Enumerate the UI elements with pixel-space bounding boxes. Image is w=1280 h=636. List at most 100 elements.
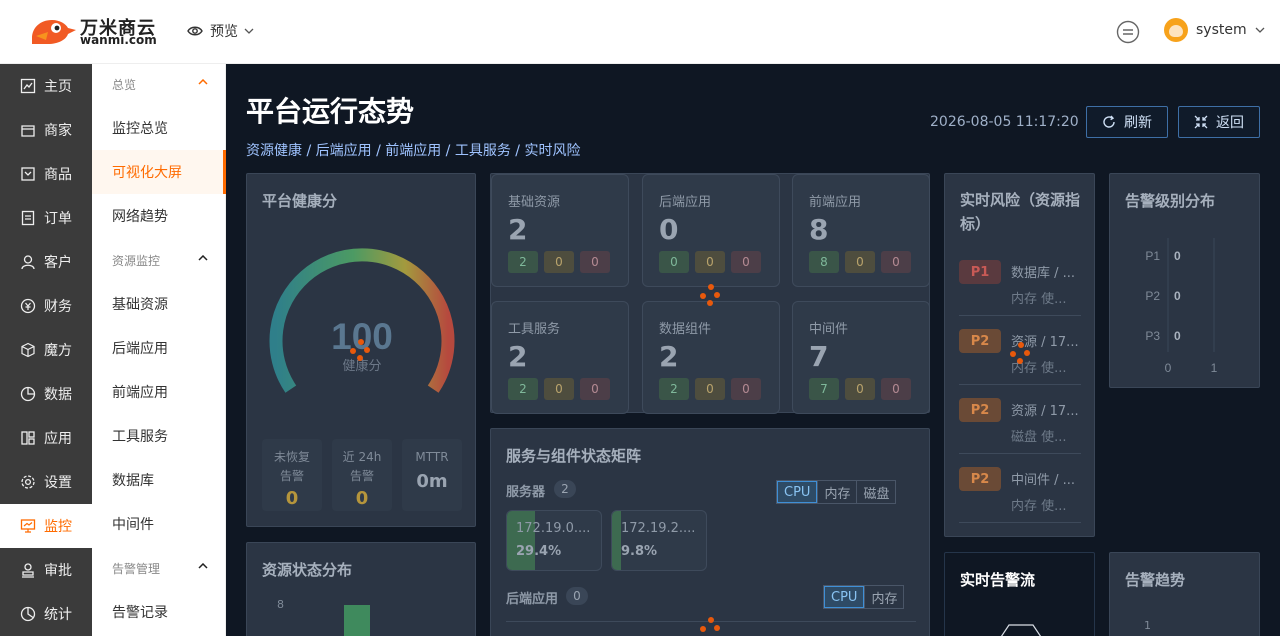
sidebar-item-label: 订单	[44, 211, 72, 227]
resource-card-backend[interactable]: 后端应用 0 000	[642, 174, 780, 287]
menu-item-visual-screen[interactable]: 可视化大屏	[92, 150, 226, 194]
menu-item-backend-app[interactable]: 后端应用	[92, 326, 226, 370]
stat-label: 近 24h	[342, 450, 382, 464]
server-usage: 9.8%	[621, 544, 658, 559]
empty-state-icon	[1000, 624, 1042, 636]
sidebar-item-app[interactable]: 应用	[0, 416, 92, 460]
brand-logo[interactable]: 万米商云 wanmi.com	[30, 14, 157, 48]
tab-disk[interactable]: 磁盘	[856, 481, 895, 503]
sidebar-item-label: 统计	[44, 607, 72, 623]
menu-item-alert-records[interactable]: 告警记录	[92, 590, 226, 634]
warn-count: 0	[845, 251, 875, 273]
sidebar-item-label: 商品	[44, 167, 72, 183]
menu-item-database[interactable]: 数据库	[92, 458, 226, 502]
health-score-card: 平台健康分 100 健康分 未恢复 告警 0 近 24h 告警 0 MTTR 0…	[246, 173, 476, 527]
menu-item-network-trend[interactable]: 网络趋势	[92, 194, 226, 238]
risk-item[interactable]: P2 资源 / 17... 磁盘 使...	[959, 386, 1081, 454]
resource-card-title: 前端应用	[809, 195, 862, 210]
risk-subtitle: 磁盘 使...	[1011, 430, 1067, 445]
risk-subtitle: 内存 使...	[1011, 499, 1067, 514]
sidebar-item-shop[interactable]: 商家	[0, 108, 92, 152]
menu-item-monitor-overview[interactable]: 监控总览	[92, 106, 226, 150]
menu-item-middleware[interactable]: 中间件	[92, 502, 226, 546]
resource-card-title: 后端应用	[659, 195, 712, 210]
menu-item-frontend-app[interactable]: 前端应用	[92, 370, 226, 414]
chevron-up-icon	[198, 563, 208, 569]
resource-card-frontend[interactable]: 前端应用 8 800	[792, 174, 930, 287]
ok-count: 2	[659, 378, 689, 400]
sidebar-item-approval[interactable]: 审批	[0, 548, 92, 592]
sidebar-item-goods[interactable]: 商品	[0, 152, 92, 196]
stat-value: 0	[285, 488, 299, 509]
alert-level-chart: P1 0 P2 0 P3 0 0 1	[1145, 238, 1218, 375]
realtime-risk-card: 实时风险（资源指 标） P1 数据库 / ... 内存 使... P2 资源 /…	[944, 173, 1095, 537]
tab-memory[interactable]: 内存	[817, 481, 856, 503]
sidebar-item-customer[interactable]: 客户	[0, 240, 92, 284]
sidebar-item-settings[interactable]: 设置	[0, 460, 92, 504]
tab-cpu[interactable]: CPU	[824, 586, 865, 608]
server-tile[interactable]: 172.19.2.... 9.8%	[611, 510, 707, 571]
sidebar-item-finance[interactable]: 财务	[0, 284, 92, 328]
sidebar-item-data[interactable]: 数据	[0, 372, 92, 416]
resource-card-value: 2	[508, 213, 528, 246]
warn-count: 0	[845, 378, 875, 400]
error-count: 0	[881, 251, 911, 273]
menu-item-tool-service[interactable]: 工具服务	[92, 414, 226, 458]
menu-group-resource[interactable]: 资源监控	[92, 240, 226, 280]
warn-count: 0	[695, 378, 725, 400]
loading-spinner	[699, 284, 723, 308]
realtime-alert-card: 实时告警流	[944, 552, 1095, 636]
sidebar-item-order[interactable]: 订单	[0, 196, 92, 240]
server-metric-tabs: CPU 内存 磁盘	[776, 480, 897, 504]
ok-count: 2	[508, 251, 538, 273]
tab-cpu[interactable]: CPU	[777, 481, 818, 503]
alert-level-card: 告警级别分布 P1 0 P2 0 P3 0 0 1	[1109, 173, 1260, 388]
resource-card-middleware[interactable]: 中间件 7 700	[792, 301, 930, 414]
menu-group-alert[interactable]: 告警管理	[92, 548, 226, 588]
sidebar-item-home[interactable]: 主页	[0, 64, 92, 108]
ok-count: 7	[809, 378, 839, 400]
tab-memory[interactable]: 内存	[864, 586, 903, 608]
card-title: 告警级别分布	[1125, 192, 1216, 210]
ok-count: 8	[809, 251, 839, 273]
resource-card-tool[interactable]: 工具服务 2 200	[491, 301, 629, 414]
top-bar: 万米商云 wanmi.com 预览 system	[0, 0, 1280, 64]
user-menu[interactable]: system	[1164, 18, 1265, 42]
menu-group-label: 资源监控	[112, 253, 161, 268]
server-tile[interactable]: 172.19.0.... 29.4%	[506, 510, 602, 571]
risk-item[interactable]: P2 中间件 / ... 内存 使...	[959, 455, 1081, 523]
sidebar-item-monitor[interactable]: 监控	[0, 504, 92, 548]
level-value: 0	[1174, 249, 1181, 263]
sidebar-item-label: 客户	[44, 255, 72, 271]
sidebar-item-label: 商家	[44, 123, 72, 139]
sidebar-item-label: 主页	[44, 79, 72, 95]
server-ip: 172.19.2....	[621, 521, 696, 536]
preview-label: 预览	[210, 24, 238, 40]
order-icon	[21, 210, 35, 226]
chevron-up-icon	[198, 255, 208, 261]
usage-fill	[612, 511, 622, 570]
resource-card-title: 工具服务	[508, 322, 561, 337]
level-label: P1	[1145, 249, 1160, 263]
risk-item[interactable]: P1 数据库 / ... 内存 使...	[959, 248, 1081, 316]
level-label: P2	[1145, 289, 1160, 303]
back-button[interactable]: 返回	[1178, 106, 1260, 138]
resource-card-base[interactable]: 基础资源 2 200	[491, 174, 629, 287]
exit-fullscreen-icon	[1194, 115, 1208, 129]
sidebar-item-label: 魔方	[44, 343, 72, 359]
message-icon[interactable]	[1116, 20, 1140, 44]
refresh-button[interactable]: 刷新	[1086, 106, 1168, 138]
risk-subtitle: 内存 使...	[1011, 292, 1067, 307]
menu-item-base-resource[interactable]: 基础资源	[92, 282, 226, 326]
approval-icon	[22, 563, 34, 578]
backend-section-label: 后端应用	[506, 592, 559, 607]
preview-dropdown[interactable]: 预览	[187, 20, 261, 42]
card-title: 告警趋势	[1125, 571, 1186, 589]
menu-group-overview[interactable]: 总览	[92, 64, 226, 104]
stat-value: 0m	[416, 471, 448, 492]
resource-card-data-component[interactable]: 数据组件 2 200	[642, 301, 780, 414]
stat-label: 告警	[349, 469, 374, 483]
warn-count: 0	[544, 378, 574, 400]
sidebar-item-stats[interactable]: 统计	[0, 592, 92, 636]
sidebar-item-cube[interactable]: 魔方	[0, 328, 92, 372]
